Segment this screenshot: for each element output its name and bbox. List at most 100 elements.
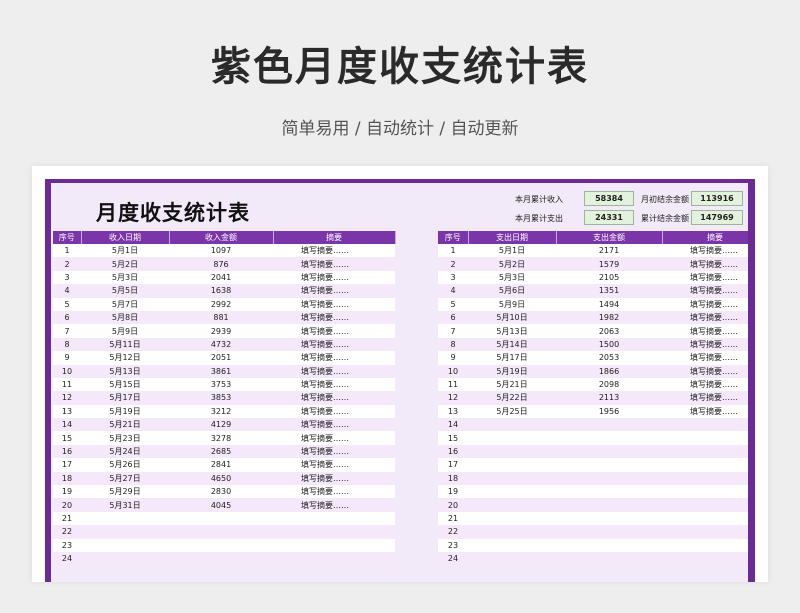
income-cell-amount[interactable]: 3753 bbox=[169, 377, 273, 392]
income-cell-amount[interactable]: 876 bbox=[169, 257, 273, 271]
income-cell-summary[interactable] bbox=[273, 511, 395, 526]
income-cell-index[interactable]: 7 bbox=[53, 324, 81, 338]
income-cell-date[interactable]: 5月11日 bbox=[81, 337, 169, 352]
income-cell-amount[interactable]: 2939 bbox=[169, 324, 273, 338]
income-cell-summary[interactable]: 填写摘要…… bbox=[273, 418, 395, 432]
income-cell-date[interactable]: 5月8日 bbox=[81, 310, 169, 325]
income-cell-summary[interactable]: 填写摘要…… bbox=[273, 310, 395, 325]
expense-cell-amount[interactable]: 1579 bbox=[556, 257, 662, 271]
expense-cell-index[interactable]: 14 bbox=[438, 418, 468, 432]
income-cell-summary[interactable]: 填写摘要…… bbox=[273, 257, 395, 271]
expense-cell-summary[interactable] bbox=[662, 498, 748, 512]
expense-cell-summary[interactable]: 填写摘要…… bbox=[662, 337, 748, 352]
expense-cell-summary[interactable] bbox=[662, 418, 748, 432]
expense-cell-amount[interactable]: 2171 bbox=[556, 244, 662, 258]
income-cell-index[interactable]: 5 bbox=[53, 297, 81, 311]
expense-cell-amount[interactable]: 1500 bbox=[556, 337, 662, 352]
income-cell-date[interactable]: 5月15日 bbox=[81, 377, 169, 392]
income-cell-date[interactable]: 5月1日 bbox=[81, 244, 169, 258]
expense-cell-summary[interactable]: 填写摘要…… bbox=[662, 404, 748, 419]
expense-cell-date[interactable]: 5月13日 bbox=[468, 324, 556, 338]
expense-cell-summary[interactable] bbox=[662, 538, 748, 552]
income-cell-summary[interactable]: 填写摘要…… bbox=[273, 297, 395, 311]
income-cell-index[interactable]: 6 bbox=[53, 310, 81, 325]
income-cell-summary[interactable] bbox=[273, 551, 395, 566]
income-cell-amount[interactable]: 2830 bbox=[169, 485, 273, 499]
expense-cell-index[interactable]: 10 bbox=[438, 364, 468, 378]
expense-cell-index[interactable]: 16 bbox=[438, 444, 468, 459]
expense-cell-amount[interactable] bbox=[556, 525, 662, 539]
expense-cell-date[interactable] bbox=[468, 444, 556, 459]
income-cell-index[interactable]: 23 bbox=[53, 538, 81, 552]
income-cell-index[interactable]: 24 bbox=[53, 551, 81, 566]
expense-cell-index[interactable]: 8 bbox=[438, 337, 468, 352]
income-cell-date[interactable]: 5月9日 bbox=[81, 324, 169, 338]
income-cell-summary[interactable]: 填写摘要…… bbox=[273, 337, 395, 352]
expense-cell-date[interactable]: 5月25日 bbox=[468, 404, 556, 419]
expense-cell-summary[interactable] bbox=[662, 551, 748, 566]
expense-cell-summary[interactable]: 填写摘要…… bbox=[662, 351, 748, 365]
income-cell-date[interactable] bbox=[81, 511, 169, 526]
expense-cell-amount[interactable]: 2063 bbox=[556, 324, 662, 338]
expense-cell-amount[interactable] bbox=[556, 485, 662, 499]
expense-cell-date[interactable] bbox=[468, 525, 556, 539]
expense-cell-date[interactable] bbox=[468, 538, 556, 552]
income-cell-index[interactable]: 12 bbox=[53, 391, 81, 405]
expense-cell-amount[interactable] bbox=[556, 538, 662, 552]
income-total-value[interactable]: 58384 bbox=[584, 191, 634, 206]
income-cell-date[interactable]: 5月31日 bbox=[81, 498, 169, 512]
expense-cell-summary[interactable]: 填写摘要…… bbox=[662, 324, 748, 338]
expense-cell-date[interactable]: 5月6日 bbox=[468, 284, 556, 298]
expense-cell-index[interactable]: 7 bbox=[438, 324, 468, 338]
expense-cell-amount[interactable]: 2105 bbox=[556, 270, 662, 285]
income-cell-amount[interactable]: 4650 bbox=[169, 471, 273, 486]
income-cell-summary[interactable] bbox=[273, 525, 395, 539]
income-cell-summary[interactable]: 填写摘要…… bbox=[273, 458, 395, 472]
expense-cell-index[interactable]: 4 bbox=[438, 284, 468, 298]
income-cell-index[interactable]: 1 bbox=[53, 244, 81, 258]
income-cell-summary[interactable]: 填写摘要…… bbox=[273, 404, 395, 419]
expense-cell-index[interactable]: 18 bbox=[438, 471, 468, 486]
expense-cell-date[interactable]: 5月9日 bbox=[468, 297, 556, 311]
income-cell-date[interactable]: 5月27日 bbox=[81, 471, 169, 486]
income-cell-amount[interactable] bbox=[169, 525, 273, 539]
income-cell-index[interactable]: 22 bbox=[53, 525, 81, 539]
expense-cell-date[interactable]: 5月17日 bbox=[468, 351, 556, 365]
income-cell-date[interactable]: 5月24日 bbox=[81, 444, 169, 459]
income-cell-index[interactable]: 20 bbox=[53, 498, 81, 512]
expense-cell-summary[interactable]: 填写摘要…… bbox=[662, 244, 748, 258]
income-cell-date[interactable]: 5月17日 bbox=[81, 391, 169, 405]
expense-cell-date[interactable]: 5月10日 bbox=[468, 310, 556, 325]
income-cell-summary[interactable]: 填写摘要…… bbox=[273, 351, 395, 365]
income-cell-summary[interactable]: 填写摘要…… bbox=[273, 444, 395, 459]
expense-cell-index[interactable]: 17 bbox=[438, 458, 468, 472]
income-cell-summary[interactable]: 填写摘要…… bbox=[273, 377, 395, 392]
closing-balance-value[interactable]: 147969 bbox=[691, 210, 743, 225]
income-cell-index[interactable]: 10 bbox=[53, 364, 81, 378]
income-cell-summary[interactable]: 填写摘要…… bbox=[273, 270, 395, 285]
income-cell-date[interactable]: 5月19日 bbox=[81, 404, 169, 419]
expense-cell-date[interactable] bbox=[468, 511, 556, 526]
income-cell-date[interactable]: 5月12日 bbox=[81, 351, 169, 365]
income-cell-summary[interactable]: 填写摘要…… bbox=[273, 471, 395, 486]
income-cell-amount[interactable]: 2041 bbox=[169, 270, 273, 285]
expense-cell-amount[interactable]: 2098 bbox=[556, 377, 662, 392]
expense-cell-index[interactable]: 21 bbox=[438, 511, 468, 526]
expense-cell-index[interactable]: 3 bbox=[438, 270, 468, 285]
expense-cell-date[interactable] bbox=[468, 431, 556, 445]
income-cell-amount[interactable]: 1097 bbox=[169, 244, 273, 258]
income-cell-index[interactable]: 9 bbox=[53, 351, 81, 365]
income-cell-amount[interactable] bbox=[169, 538, 273, 552]
income-cell-summary[interactable]: 填写摘要…… bbox=[273, 485, 395, 499]
expense-cell-date[interactable]: 5月21日 bbox=[468, 377, 556, 392]
expense-cell-date[interactable]: 5月1日 bbox=[468, 244, 556, 258]
income-cell-summary[interactable]: 填写摘要…… bbox=[273, 498, 395, 512]
income-cell-amount[interactable]: 3212 bbox=[169, 404, 273, 419]
expense-total-value[interactable]: 24331 bbox=[584, 210, 634, 225]
expense-cell-amount[interactable] bbox=[556, 498, 662, 512]
income-cell-amount[interactable]: 2051 bbox=[169, 351, 273, 365]
expense-cell-summary[interactable] bbox=[662, 485, 748, 499]
income-cell-date[interactable]: 5月2日 bbox=[81, 257, 169, 271]
expense-cell-index[interactable]: 9 bbox=[438, 351, 468, 365]
expense-cell-date[interactable] bbox=[468, 418, 556, 432]
